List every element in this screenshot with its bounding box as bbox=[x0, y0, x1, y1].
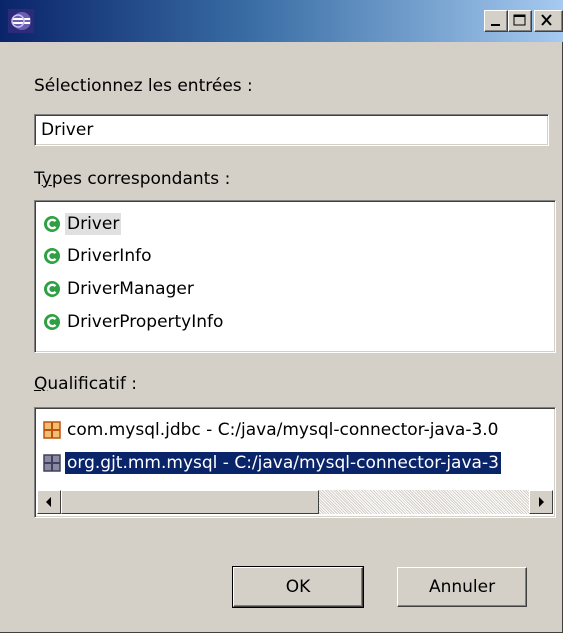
qualifier-label: Qualificatif : bbox=[34, 374, 137, 394]
type-item-drivermanager[interactable]: DriverManager bbox=[43, 274, 196, 304]
scrollbar-thumb[interactable] bbox=[61, 490, 319, 514]
open-type-dialog: Sélectionnez les entrées : Driver Types … bbox=[0, 0, 563, 633]
close-icon bbox=[541, 14, 552, 26]
type-item-driver[interactable]: Driver bbox=[43, 209, 122, 239]
arrow-right-icon bbox=[539, 497, 544, 507]
package-icon bbox=[43, 421, 61, 439]
arrow-left-icon bbox=[46, 497, 51, 507]
type-item-label: DriverManager bbox=[67, 279, 194, 299]
type-item-driverpropertyinfo[interactable]: DriverPropertyInfo bbox=[43, 307, 225, 337]
class-icon bbox=[44, 216, 60, 232]
types-label-mnemonic: y bbox=[41, 169, 52, 189]
qualifier-list[interactable]: com.mysql.jdbc - C:/java/mysql-connector… bbox=[34, 407, 556, 518]
minimize-button[interactable] bbox=[484, 10, 508, 32]
types-label: Types correspondants : bbox=[34, 169, 230, 189]
qualifier-label-mnemonic: Q bbox=[34, 374, 48, 394]
qualifier-label-rest: ualificatif : bbox=[47, 374, 138, 394]
scroll-right-button[interactable] bbox=[529, 490, 553, 514]
scroll-left-button[interactable] bbox=[37, 490, 61, 514]
maximize-icon bbox=[513, 14, 526, 26]
class-icon bbox=[44, 314, 60, 330]
minimize-icon bbox=[491, 24, 500, 26]
qualifier-item-label: com.mysql.jdbc - C:/java/mysql-connector… bbox=[67, 420, 499, 440]
cancel-button[interactable]: Annuler bbox=[397, 567, 527, 607]
class-icon bbox=[44, 248, 60, 264]
type-item-label: DriverInfo bbox=[67, 246, 152, 266]
class-icon bbox=[44, 281, 60, 297]
types-label-rest: pes correspondants : bbox=[51, 169, 231, 189]
type-item-label: DriverPropertyInfo bbox=[67, 312, 224, 332]
search-label: Sélectionnez les entrées : bbox=[34, 76, 253, 96]
close-button[interactable] bbox=[534, 10, 563, 32]
package-icon bbox=[43, 454, 61, 472]
search-input-value: Driver bbox=[41, 120, 94, 140]
qualifier-item-org-gjt-mm-mysql[interactable]: org.gjt.mm.mysql - C:/java/mysql-connect… bbox=[43, 448, 502, 478]
title-bar[interactable] bbox=[0, 0, 563, 42]
horizontal-scrollbar[interactable] bbox=[37, 490, 553, 514]
search-input[interactable]: Driver bbox=[34, 114, 549, 146]
matching-types-list[interactable]: Driver DriverInfo DriverManager DriverPr… bbox=[34, 200, 556, 353]
type-item-driverinfo[interactable]: DriverInfo bbox=[43, 241, 154, 271]
qualifier-item-com-mysql-jdbc[interactable]: com.mysql.jdbc - C:/java/mysql-connector… bbox=[43, 415, 501, 445]
types-label-prefix: T bbox=[34, 169, 42, 189]
eclipse-icon bbox=[8, 9, 34, 33]
ok-button[interactable]: OK bbox=[232, 566, 364, 608]
maximize-button[interactable] bbox=[508, 10, 532, 32]
qualifier-item-label: org.gjt.mm.mysql - C:/java/mysql-connect… bbox=[64, 451, 502, 475]
type-item-label: Driver bbox=[65, 213, 122, 235]
